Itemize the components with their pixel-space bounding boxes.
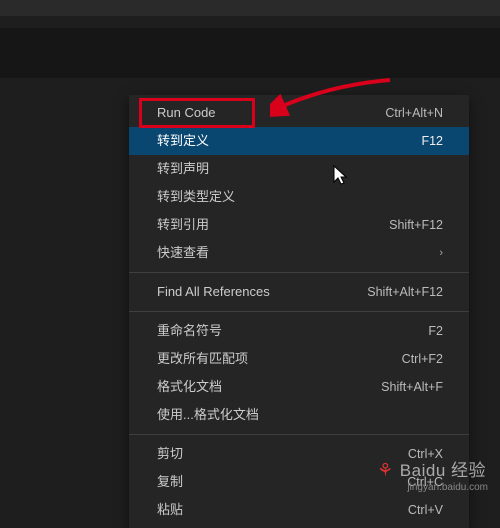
menu-item-label: Run Code <box>157 104 216 122</box>
menu-item-label: 转到引用 <box>157 216 209 234</box>
menu-item-label: 剪切 <box>157 445 183 463</box>
editor-topbar <box>0 0 500 22</box>
menu-item-label: 重命名符号 <box>157 322 222 340</box>
menu-item-6[interactable]: Find All References Shift+Alt+F12 <box>129 278 469 306</box>
menu-item-label: 转到声明 <box>157 160 209 178</box>
watermark-brand: Baidu 经验 <box>400 461 486 481</box>
menu-item-label: 快速查看 <box>157 244 209 262</box>
menu-item-5[interactable]: 快速查看 › <box>129 239 469 267</box>
menu-separator <box>129 434 469 435</box>
menu-item-2[interactable]: 转到声明 <box>129 155 469 183</box>
menu-item-label: 粘贴 <box>157 501 183 519</box>
menu-item-0[interactable]: Run Code Ctrl+Alt+N <box>129 99 469 127</box>
menu-item-label: 转到类型定义 <box>157 188 235 206</box>
menu-item-label: 转到定义 <box>157 132 209 150</box>
menu-item-3[interactable]: 转到类型定义 <box>129 183 469 211</box>
menu-item-9[interactable]: 格式化文档 Shift+Alt+F <box>129 373 469 401</box>
menu-separator <box>129 311 469 312</box>
menu-item-shortcut: F2 <box>428 322 443 340</box>
baidu-paw-icon: ⚘ <box>377 460 394 482</box>
menu-item-shortcut: Shift+Alt+F12 <box>367 283 443 301</box>
menu-item-shortcut: Shift+F12 <box>389 216 443 234</box>
menu-item-shortcut: Ctrl+F2 <box>402 350 443 368</box>
editor-panel <box>0 28 500 78</box>
chevron-right-icon: › <box>439 244 443 262</box>
menu-item-7[interactable]: 重命名符号 F2 <box>129 317 469 345</box>
menu-item-shortcut: Shift+Alt+F <box>381 378 443 396</box>
menu-item-10[interactable]: 使用...格式化文档 <box>129 401 469 429</box>
menu-separator <box>129 272 469 273</box>
menu-item-1[interactable]: 转到定义 F12 <box>129 127 469 155</box>
menu-item-label: Find All References <box>157 283 270 301</box>
menu-item-shortcut: Ctrl+Alt+N <box>385 104 443 122</box>
menu-item-shortcut: F12 <box>421 132 443 150</box>
menu-item-label: 使用...格式化文档 <box>157 406 259 424</box>
menu-item-label: 格式化文档 <box>157 378 222 396</box>
menu-item-label: 复制 <box>157 473 183 491</box>
menu-item-8[interactable]: 更改所有匹配项 Ctrl+F2 <box>129 345 469 373</box>
watermark-url: jingyan.baidu.com <box>377 482 488 494</box>
watermark: ⚘ Baidu 经验 jingyan.baidu.com <box>377 460 488 494</box>
menu-item-4[interactable]: 转到引用 Shift+F12 <box>129 211 469 239</box>
menu-item-13[interactable]: 粘贴 Ctrl+V <box>129 496 469 524</box>
menu-item-label: 更改所有匹配项 <box>157 350 248 368</box>
menu-item-shortcut: Ctrl+V <box>408 501 443 519</box>
